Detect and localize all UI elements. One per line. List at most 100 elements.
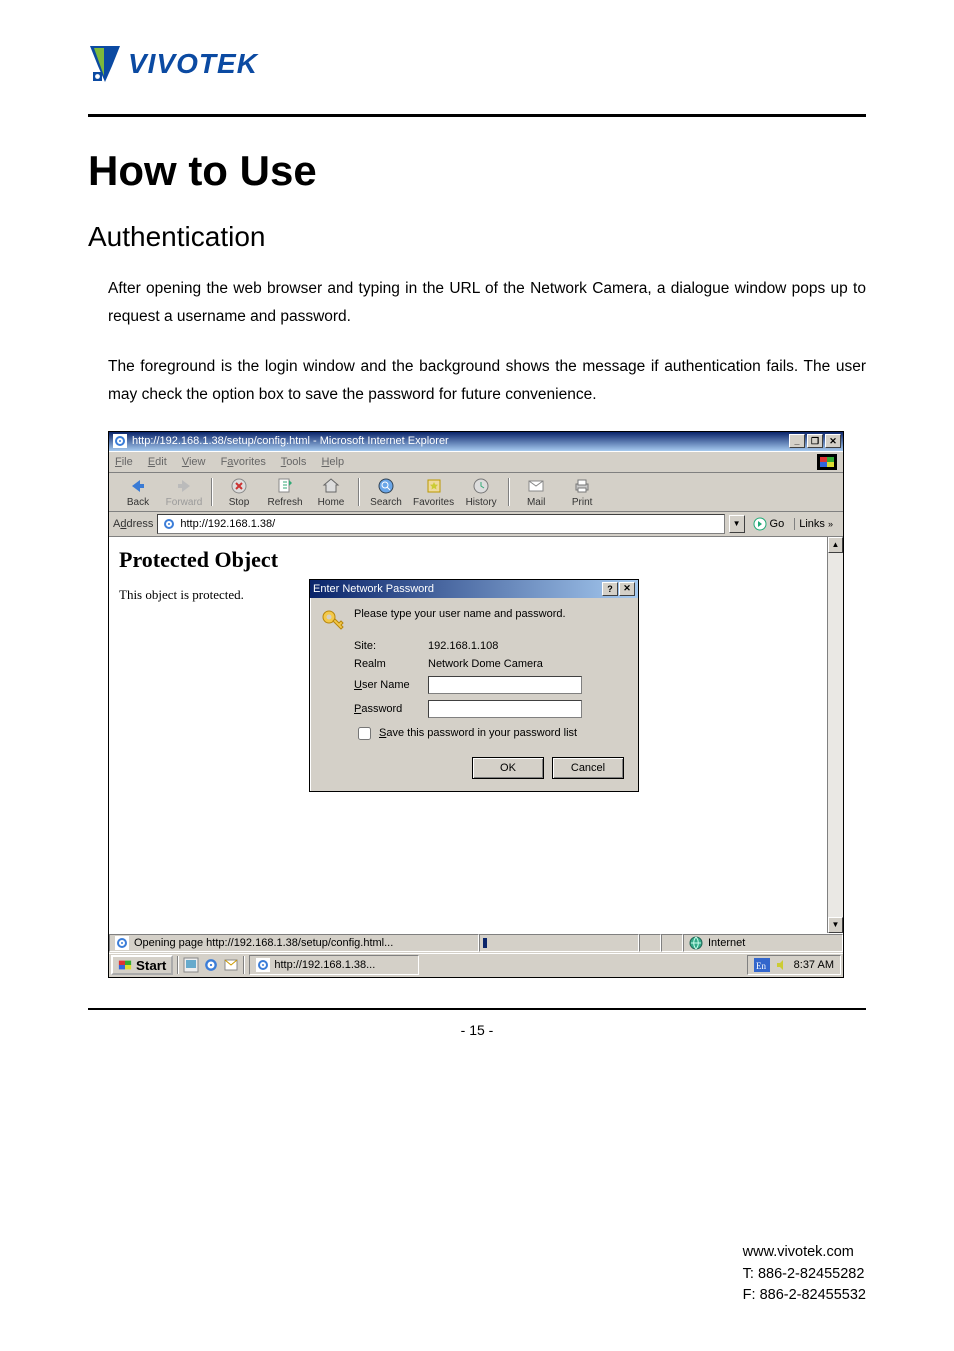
back-arrow-icon: [127, 476, 149, 496]
logo-text: VIVOTEK: [128, 48, 258, 80]
menu-bar: FFileile Edit View Favorites Tools Help: [109, 451, 843, 473]
windows-flag-icon: [118, 959, 132, 971]
history-button[interactable]: History: [458, 476, 504, 508]
status-text: Opening page http://192.168.1.38/setup/c…: [134, 937, 393, 949]
favorites-icon: [423, 476, 445, 496]
key-icon: [320, 608, 346, 634]
svg-text:En: En: [756, 961, 766, 971]
quick-launch: [177, 956, 245, 974]
go-icon: [753, 517, 767, 531]
address-label: Address: [113, 518, 153, 530]
cancel-button[interactable]: Cancel: [552, 757, 624, 779]
tray-volume-icon[interactable]: [776, 959, 788, 971]
page-number: - 15 -: [88, 1022, 866, 1038]
vertical-scrollbar[interactable]: ▲ ▼: [827, 537, 843, 933]
links-button[interactable]: Links »: [794, 518, 839, 530]
taskbar: Start http://192.168.1.38... En 8:37 AM: [109, 953, 843, 977]
save-password-checkbox[interactable]: [358, 727, 371, 740]
system-tray: En 8:37 AM: [747, 955, 841, 975]
stop-icon: [228, 476, 250, 496]
password-label: Password: [354, 703, 428, 715]
toolbar: Back Forward Stop Refresh Home: [109, 473, 843, 512]
taskbar-task[interactable]: http://192.168.1.38...: [249, 955, 419, 975]
mail-button[interactable]: Mail: [513, 476, 559, 508]
print-icon: [571, 476, 593, 496]
dialog-close-button[interactable]: ✕: [619, 582, 635, 596]
brand-logo: VIVOTEK: [88, 44, 866, 84]
intro-paragraph-2: The foreground is the login window and t…: [88, 353, 866, 409]
page-title: How to Use: [88, 147, 866, 195]
search-icon: [375, 476, 397, 496]
menu-edit[interactable]: Edit: [148, 456, 167, 468]
stop-button[interactable]: Stop: [216, 476, 262, 508]
clock[interactable]: 8:37 AM: [794, 959, 834, 971]
menu-help[interactable]: Help: [321, 456, 344, 468]
mail-icon: [525, 476, 547, 496]
ie-page-icon: [115, 936, 129, 950]
logo-mark-icon: [88, 44, 122, 84]
ok-button[interactable]: OK: [472, 757, 544, 779]
refresh-button[interactable]: Refresh: [262, 476, 308, 508]
windows-flag-icon: [817, 454, 837, 470]
menu-file[interactable]: FFileile: [115, 456, 133, 468]
header-rule: [88, 114, 866, 117]
menu-view[interactable]: View: [182, 456, 206, 468]
home-icon: [320, 476, 342, 496]
back-button[interactable]: Back: [115, 476, 161, 508]
contact-tel: T: 886-2-82455282: [743, 1264, 866, 1286]
realm-label: Realm: [354, 658, 428, 670]
minimize-button[interactable]: _: [789, 434, 805, 448]
search-button[interactable]: Search: [363, 476, 409, 508]
menu-tools[interactable]: Tools: [281, 456, 307, 468]
task-label: http://192.168.1.38...: [274, 959, 375, 971]
site-value: 192.168.1.108: [428, 640, 498, 652]
progress-cell: [479, 934, 639, 952]
address-bar: Address http://192.168.1.38/ ▼ Go Links …: [109, 512, 843, 537]
window-title: http://192.168.1.38/setup/config.html - …: [132, 435, 449, 447]
password-input[interactable]: [428, 700, 582, 718]
intro-paragraph-1: After opening the web browser and typing…: [88, 275, 866, 331]
refresh-icon: [274, 476, 296, 496]
contact-block: www.vivotek.com T: 886-2-82455282 F: 886…: [743, 1242, 866, 1307]
tray-locale-icon[interactable]: En: [754, 958, 770, 972]
window-titlebar: http://192.168.1.38/setup/config.html - …: [109, 432, 843, 451]
address-value: http://192.168.1.38/: [180, 518, 275, 530]
close-button[interactable]: ✕: [825, 434, 841, 448]
ie-page-icon: [162, 517, 176, 531]
save-password-label: Save this password in your password list: [379, 727, 577, 739]
forward-arrow-icon: [173, 476, 195, 496]
address-dropdown-button[interactable]: ▼: [729, 515, 745, 533]
favorites-button[interactable]: Favorites: [409, 476, 458, 508]
footer-rule: [88, 1008, 866, 1010]
scroll-up-button[interactable]: ▲: [828, 537, 843, 553]
dialog-help-button[interactable]: ?: [602, 582, 618, 596]
dialog-title: Enter Network Password: [313, 583, 434, 595]
browser-viewport: Protected Object This object is protecte…: [109, 537, 843, 933]
username-input[interactable]: [428, 676, 582, 694]
dialog-instruction: Please type your user name and password.: [354, 608, 566, 620]
status-pane: [661, 934, 683, 952]
home-button[interactable]: Home: [308, 476, 354, 508]
scroll-down-button[interactable]: ▼: [828, 917, 843, 933]
show-desktop-icon[interactable]: [182, 956, 200, 974]
start-button[interactable]: Start: [111, 955, 173, 975]
go-button[interactable]: Go: [749, 517, 789, 531]
forward-button: Forward: [161, 476, 207, 508]
contact-fax: F: 886-2-82455532: [743, 1285, 866, 1307]
print-button[interactable]: Print: [559, 476, 605, 508]
section-heading: Authentication: [88, 221, 866, 253]
maximize-button[interactable]: ❐: [807, 434, 823, 448]
outlook-quicklaunch-icon[interactable]: [222, 956, 240, 974]
menu-favorites[interactable]: Favorites: [221, 456, 266, 468]
zone-label: Internet: [708, 937, 745, 949]
ie-page-icon: [256, 958, 270, 972]
internet-zone-icon: [689, 936, 703, 950]
status-bar: Opening page http://192.168.1.38/setup/c…: [109, 933, 843, 953]
history-icon: [470, 476, 492, 496]
progress-bar: [483, 938, 487, 948]
ie-quicklaunch-icon[interactable]: [202, 956, 220, 974]
scroll-track[interactable]: [828, 553, 843, 917]
contact-site: www.vivotek.com: [743, 1242, 866, 1264]
address-field[interactable]: http://192.168.1.38/: [157, 514, 724, 534]
zone-cell: Internet: [683, 934, 843, 952]
